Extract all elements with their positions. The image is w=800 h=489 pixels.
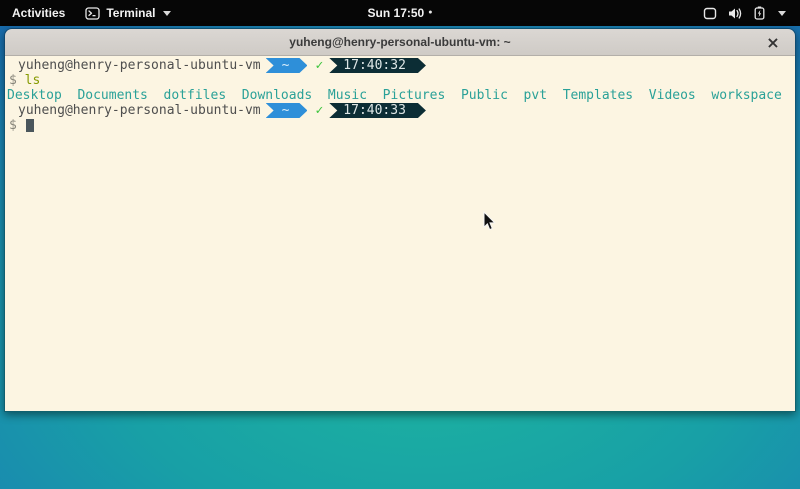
- activities-button[interactable]: Activities: [0, 0, 77, 26]
- terminal-window: yuheng@henry-personal-ubuntu-vm: ~ × yuh…: [4, 28, 796, 412]
- ls-output-line: Desktop Documents dotfiles Downloads Mus…: [7, 88, 795, 103]
- prompt-user: yuheng@henry-personal-ubuntu-vm: [18, 58, 261, 73]
- prompt-user: yuheng@henry-personal-ubuntu-vm: [18, 103, 261, 118]
- window-titlebar[interactable]: yuheng@henry-personal-ubuntu-vm: ~ ×: [5, 29, 795, 56]
- window-title: yuheng@henry-personal-ubuntu-vm: ~: [289, 35, 510, 49]
- battery-charging-icon: [754, 6, 765, 20]
- command-line-1: $ ls: [9, 73, 795, 88]
- app-menu-label: Terminal: [106, 6, 155, 20]
- terminal-icon: [85, 7, 100, 20]
- terminal-content[interactable]: yuheng@henry-personal-ubuntu-vm ~ ✓ 17:4…: [5, 56, 795, 412]
- directory-listing: Desktop Documents dotfiles Downloads Mus…: [7, 88, 782, 103]
- prompt-dollar: $: [9, 73, 25, 88]
- terminal-cursor: [26, 119, 34, 132]
- prompt-time-segment: 17:40:33: [329, 103, 426, 118]
- prompt-time-segment: 17:40:32: [329, 58, 426, 73]
- top-bar: Activities Terminal Sun 17:50 ●: [0, 0, 800, 26]
- prompt-line-2: yuheng@henry-personal-ubuntu-vm ~ ✓ 17:4…: [9, 103, 795, 118]
- clock[interactable]: Sun 17:50: [368, 6, 425, 20]
- prompt-status-check-icon: ✓: [315, 103, 323, 118]
- system-status-menu[interactable]: [689, 0, 800, 26]
- prompt-cwd-segment: ~: [266, 103, 308, 118]
- chevron-down-icon: [778, 11, 786, 16]
- prompt-cwd-segment: ~: [266, 58, 308, 73]
- mouse-cursor-icon: [483, 211, 497, 237]
- app-menu-caret-icon: [163, 11, 171, 16]
- screen-icon: [703, 7, 717, 20]
- command-text: ls: [25, 73, 41, 88]
- app-menu-terminal[interactable]: Terminal: [77, 0, 179, 26]
- prompt-line-1: yuheng@henry-personal-ubuntu-vm ~ ✓ 17:4…: [9, 58, 795, 73]
- prompt-status-check-icon: ✓: [315, 58, 323, 73]
- prompt-dollar: $: [9, 118, 25, 133]
- command-line-2: $: [9, 118, 795, 133]
- volume-icon: [728, 7, 743, 20]
- close-button[interactable]: ×: [761, 29, 785, 55]
- notification-dot: ●: [428, 9, 432, 16]
